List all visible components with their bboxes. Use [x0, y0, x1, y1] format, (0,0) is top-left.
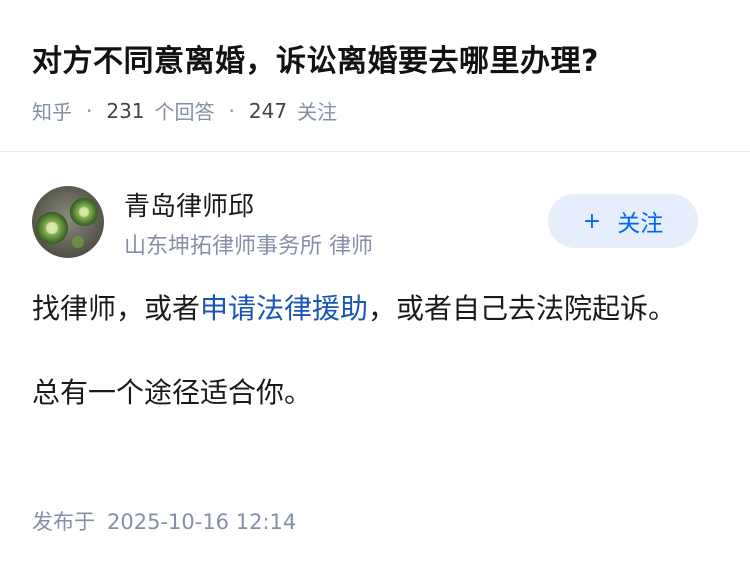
source-label: 知乎	[32, 100, 72, 124]
follow-button[interactable]: + 关注	[548, 194, 698, 248]
avatar[interactable]	[32, 186, 104, 258]
follow-button-label: 关注	[617, 211, 664, 237]
question-meta: 知乎 · 231 个回答 · 247 关注	[32, 96, 337, 125]
follower-count-label[interactable]: 关注	[297, 96, 337, 125]
author-headline: 山东坤拓律师事务所 律师	[124, 234, 373, 259]
answer-count: 231	[106, 98, 145, 123]
author-name[interactable]: 青岛律师邱	[124, 186, 254, 223]
answer-body: 找律师，或者申请法律援助，或者自己去法院起诉。 总有一个途径适合你。	[32, 286, 692, 416]
answer-author: 青岛律师邱 山东坤拓律师事务所 律师 + 关注	[32, 184, 722, 264]
answer-paragraph: 总有一个途径适合你。	[32, 376, 313, 409]
publish-time: 发布于 2025-10-16 12:14	[32, 506, 296, 536]
published-time: 2025-10-16 12:14	[107, 510, 297, 534]
question-header: 对方不同意离婚，诉讼离婚要去哪里办理? 知乎 · 231 个回答 · 247 关…	[0, 0, 750, 152]
avatar-succulent-icon	[32, 186, 104, 258]
legal-aid-link[interactable]: 申请法律援助	[200, 292, 368, 325]
published-label: 发布于	[32, 510, 95, 534]
follower-count: 247	[248, 98, 288, 123]
answer-text: ，或者自己去法院起诉。	[368, 292, 677, 325]
answer-count-label[interactable]: 个回答	[155, 96, 215, 125]
separator-dot: ·	[228, 98, 235, 123]
separator-dot: ·	[86, 98, 93, 123]
question-title[interactable]: 对方不同意离婚，诉讼离婚要去哪里办理?	[32, 36, 599, 80]
answer-text: 找律师，或者	[32, 292, 201, 325]
plus-icon: +	[582, 208, 602, 234]
answer-paragraph: 找律师，或者申请法律援助，或者自己去法院起诉。	[32, 286, 692, 332]
